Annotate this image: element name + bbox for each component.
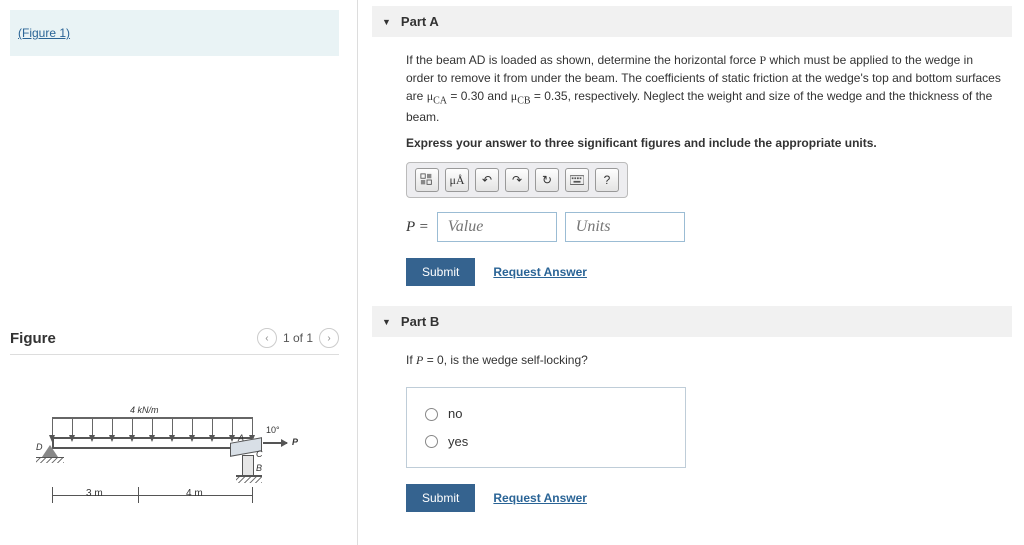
help-button[interactable]: ?: [595, 168, 619, 192]
request-answer-link-b[interactable]: Request Answer: [493, 489, 587, 507]
angle-label: 10°: [266, 425, 280, 435]
part-b-header[interactable]: ▼ Part B: [372, 306, 1012, 337]
figure-link[interactable]: (Figure 1): [18, 26, 70, 40]
figure-reference-box: (Figure 1): [10, 10, 339, 56]
redo-button[interactable]: ↷: [505, 168, 529, 192]
figure-area: /*arrows drawn below statically*/: [10, 385, 339, 535]
radio-icon[interactable]: [425, 435, 438, 448]
units-symbol-button[interactable]: μÅ: [445, 168, 469, 192]
option-no-label: no: [448, 404, 462, 424]
undo-button[interactable]: ↶: [475, 168, 499, 192]
caret-down-icon: ▼: [382, 17, 391, 27]
option-yes[interactable]: yes: [425, 428, 667, 456]
part-a-question: If the beam AD is loaded as shown, deter…: [406, 51, 1002, 126]
load-label: 4 kN/m: [130, 405, 159, 415]
caret-down-icon: ▼: [382, 317, 391, 327]
dim-3m: 3 m: [86, 488, 103, 499]
radio-icon[interactable]: [425, 408, 438, 421]
label-D: D: [36, 442, 43, 452]
prev-figure-button[interactable]: ‹: [257, 328, 277, 348]
units-input[interactable]: [565, 212, 685, 242]
dim-4m: 4 m: [186, 488, 203, 499]
radio-group: no yes: [406, 387, 686, 468]
label-C: C: [256, 449, 263, 459]
request-answer-link-a[interactable]: Request Answer: [493, 263, 587, 281]
part-a-body: If the beam AD is loaded as shown, deter…: [372, 37, 1012, 300]
label-A: A: [238, 433, 244, 443]
part-a-header[interactable]: ▼ Part A: [372, 6, 1012, 37]
next-figure-button[interactable]: ›: [319, 328, 339, 348]
option-no[interactable]: no: [425, 400, 667, 428]
reset-button[interactable]: ↻: [535, 168, 559, 192]
value-input[interactable]: [437, 212, 557, 242]
option-yes-label: yes: [448, 432, 468, 452]
part-b-title: Part B: [401, 314, 439, 329]
templates-button[interactable]: [415, 168, 439, 192]
figure-title: Figure: [10, 330, 56, 347]
beam-diagram: /*arrows drawn below statically*/: [20, 385, 320, 525]
submit-button-b[interactable]: Submit: [406, 484, 475, 512]
equation-toolbar: μÅ ↶ ↷ ↻ ?: [406, 162, 628, 198]
part-b-question: If P = 0, is the wedge self-locking?: [406, 351, 1002, 369]
part-b-body: If P = 0, is the wedge self-locking? no …: [372, 337, 1012, 526]
keyboard-button[interactable]: [565, 168, 589, 192]
pager-label: 1 of 1: [283, 331, 313, 345]
label-P: P: [292, 437, 298, 447]
part-a-title: Part A: [401, 14, 439, 29]
answer-label: P =: [406, 216, 429, 239]
figure-header: Figure ‹ 1 of 1 ›: [10, 328, 339, 355]
submit-button-a[interactable]: Submit: [406, 258, 475, 286]
label-B: B: [256, 463, 262, 473]
figure-pager: ‹ 1 of 1 ›: [257, 328, 339, 348]
part-a-instruction: Express your answer to three significant…: [406, 134, 1002, 152]
